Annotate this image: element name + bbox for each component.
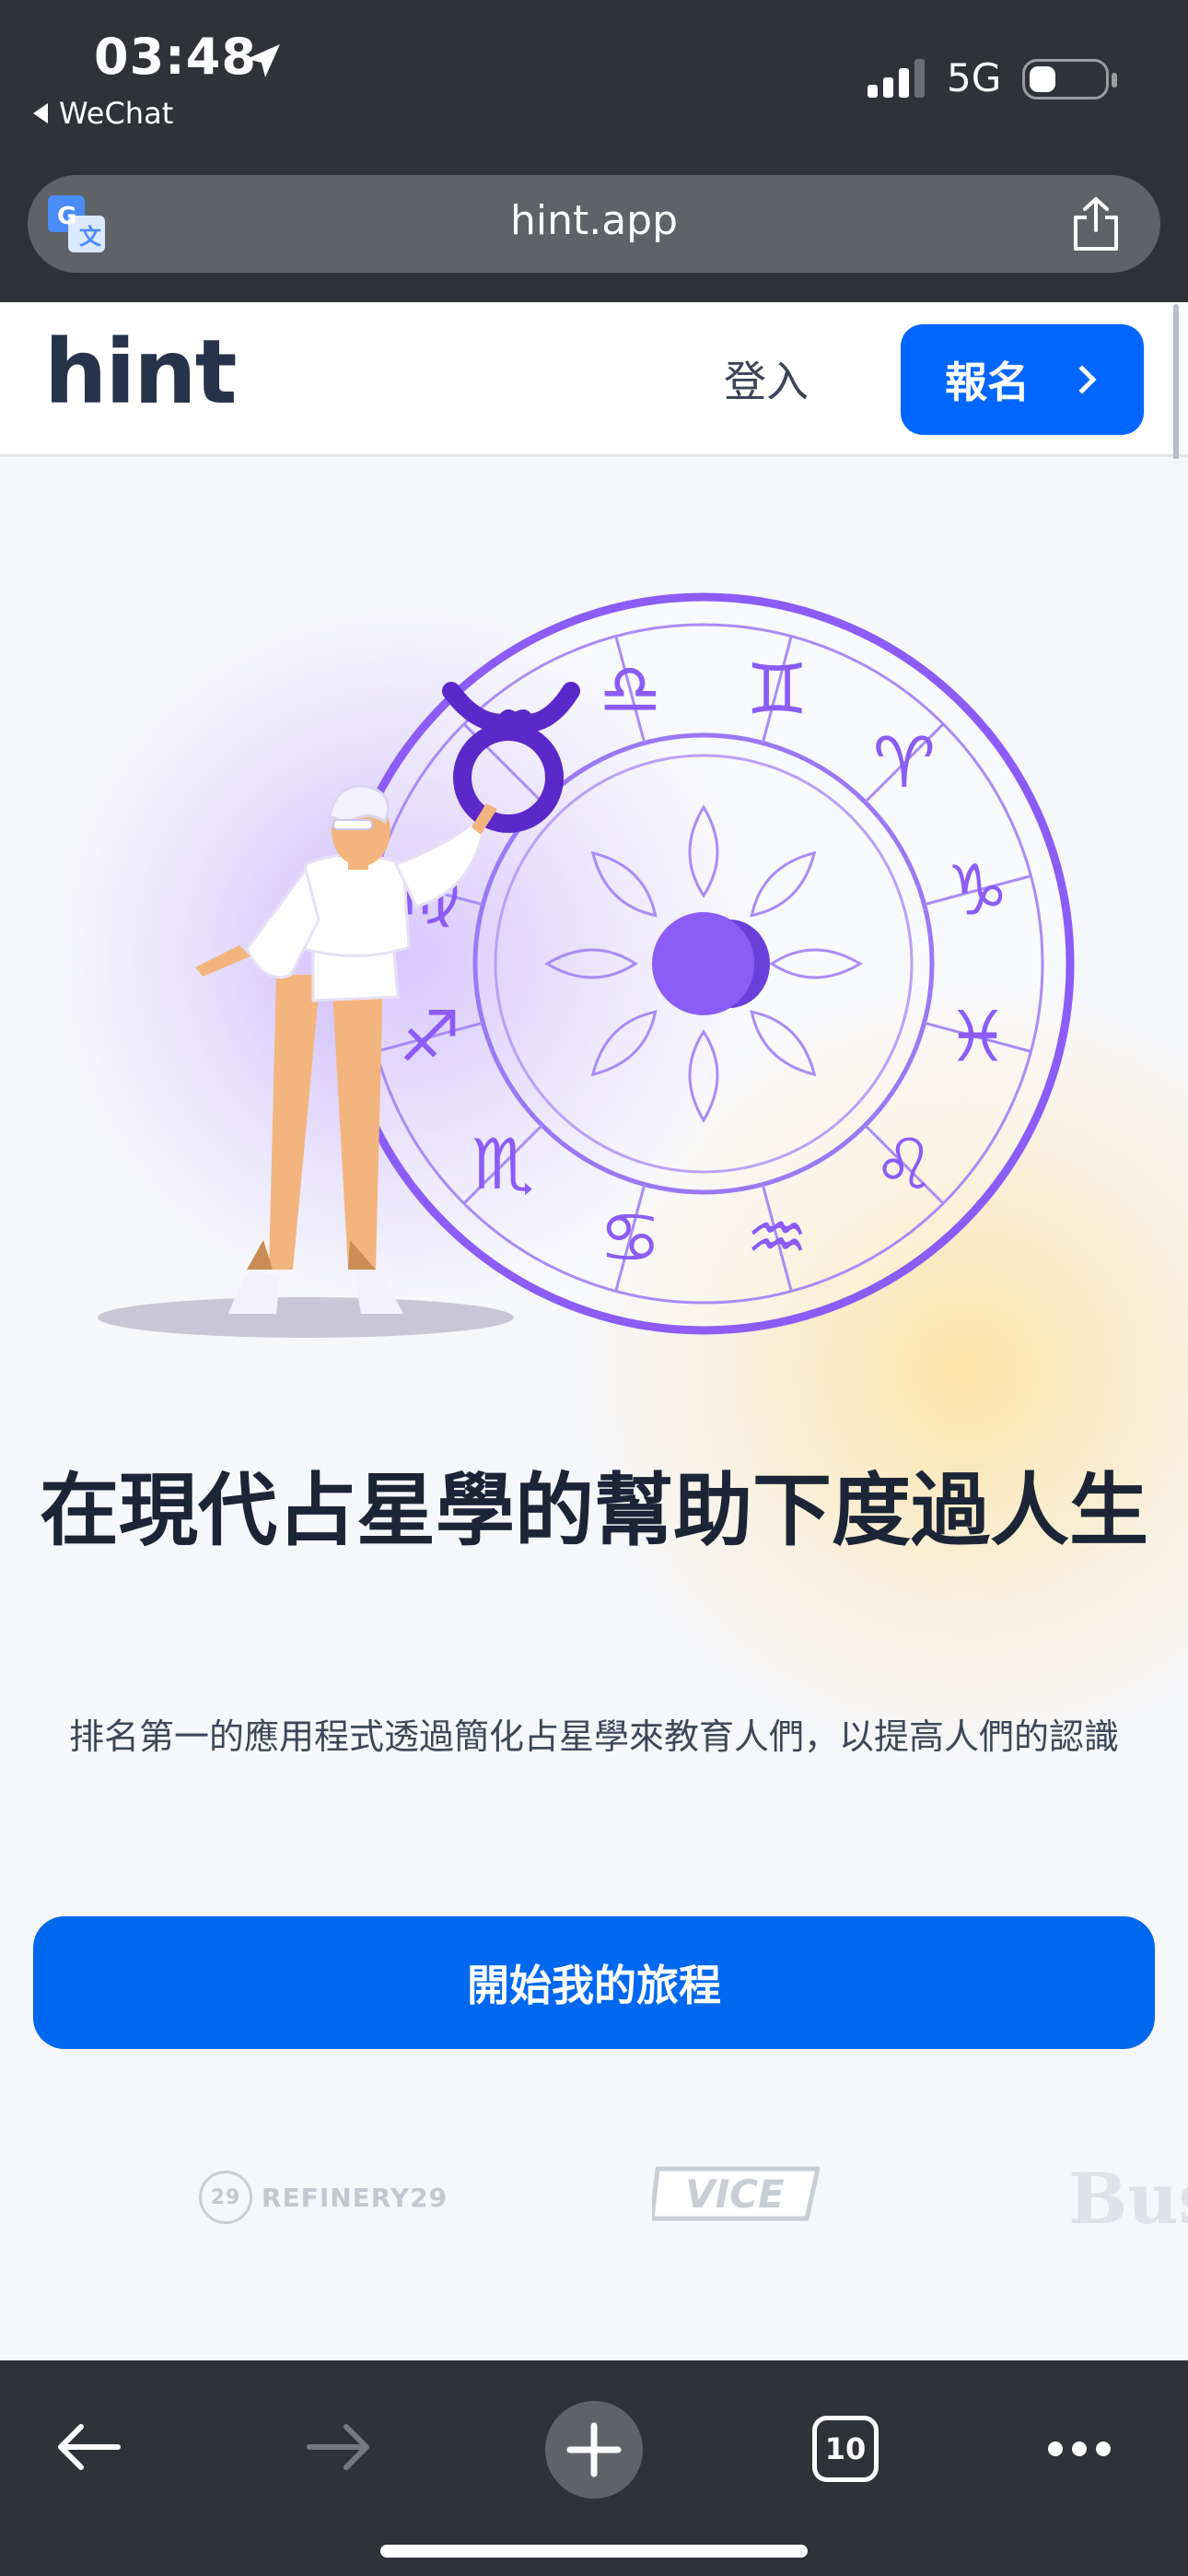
press-logos: 29 REFINERY29 VICE Bus [0, 2152, 1188, 2244]
page-scrollbar[interactable] [1173, 304, 1179, 479]
back-to-app-link[interactable]: WeChat [33, 96, 173, 131]
zodiac-glyph: ♐ [398, 996, 460, 1078]
hero-section: ♎♊♈♑♓♌♒♋♏♐♍ [0, 459, 1188, 2329]
vice-logo: VICE [652, 2166, 821, 2221]
battery-fill [1030, 66, 1055, 92]
zodiac-glyph: ♎ [599, 648, 661, 730]
site-header: hint 登入 報名 [0, 302, 1188, 457]
zodiac-glyph: ♌ [873, 1123, 936, 1205]
zodiac-glyph: ♊ [746, 648, 809, 730]
home-indicator[interactable] [380, 2545, 808, 2558]
battery-icon [1022, 59, 1117, 100]
new-tab-button[interactable] [545, 2401, 643, 2499]
tabs-count-button[interactable]: 10 [812, 2416, 879, 2482]
browser-top-chrome: 03:48 WeChat 5G G 文 hint.app [0, 0, 1188, 302]
figure-shadow [98, 1297, 514, 1338]
zodiac-glyph: ♓ [946, 996, 1008, 1078]
cellular-signal-icon [868, 59, 925, 98]
back-arrow-icon[interactable] [53, 2419, 123, 2475]
url-text[interactable]: hint.app [28, 197, 1160, 244]
vice-label: VICE [685, 2172, 785, 2217]
hero-subline: 排名第一的應用程式透過簡化占星學來教育人們，以提高人們的認識 [68, 1716, 1119, 1757]
address-bar[interactable]: G 文 hint.app [28, 175, 1160, 273]
more-dots-icon[interactable] [1046, 2440, 1112, 2458]
hero-headline: 在現代占星學的幫助下度過人生 [40, 1465, 1148, 1557]
signup-label: 報名 [945, 357, 1030, 407]
forward-arrow-icon[interactable] [304, 2419, 374, 2475]
refinery29-mark: 29 [199, 2171, 252, 2224]
share-icon[interactable] [1070, 195, 1122, 252]
plus-icon [566, 2422, 622, 2477]
zodiac-glyph: ♑ [946, 849, 1008, 931]
login-link[interactable]: 登入 [724, 348, 809, 409]
chevron-right-icon [1067, 365, 1097, 394]
browser-bottom-toolbar: 10 [0, 2360, 1188, 2576]
zodiac-illustration: ♎♊♈♑♓♌♒♋♏♐♍ [98, 592, 1075, 1338]
zodiac-glyph: ♏ [472, 1123, 534, 1205]
hint-logo[interactable]: hint [44, 321, 237, 424]
back-triangle-icon [33, 103, 48, 123]
zodiac-glyph: ♈ [873, 721, 936, 803]
zodiac-glyph: ♒ [746, 1197, 809, 1279]
refinery29-label: REFINERY29 [262, 2182, 448, 2213]
business-insider-logo: Bus [1068, 2158, 1188, 2240]
back-app-label: WeChat [59, 96, 174, 131]
start-journey-button[interactable]: 開始我的旅程 [33, 1916, 1155, 2049]
refinery29-logo: 29 REFINERY29 [199, 2171, 448, 2224]
signup-button[interactable]: 報名 [901, 324, 1144, 435]
status-time: 03:48 [94, 28, 257, 86]
network-type: 5G [947, 55, 1002, 100]
zodiac-glyph: ♋ [599, 1197, 661, 1279]
location-arrow-icon [247, 44, 280, 77]
